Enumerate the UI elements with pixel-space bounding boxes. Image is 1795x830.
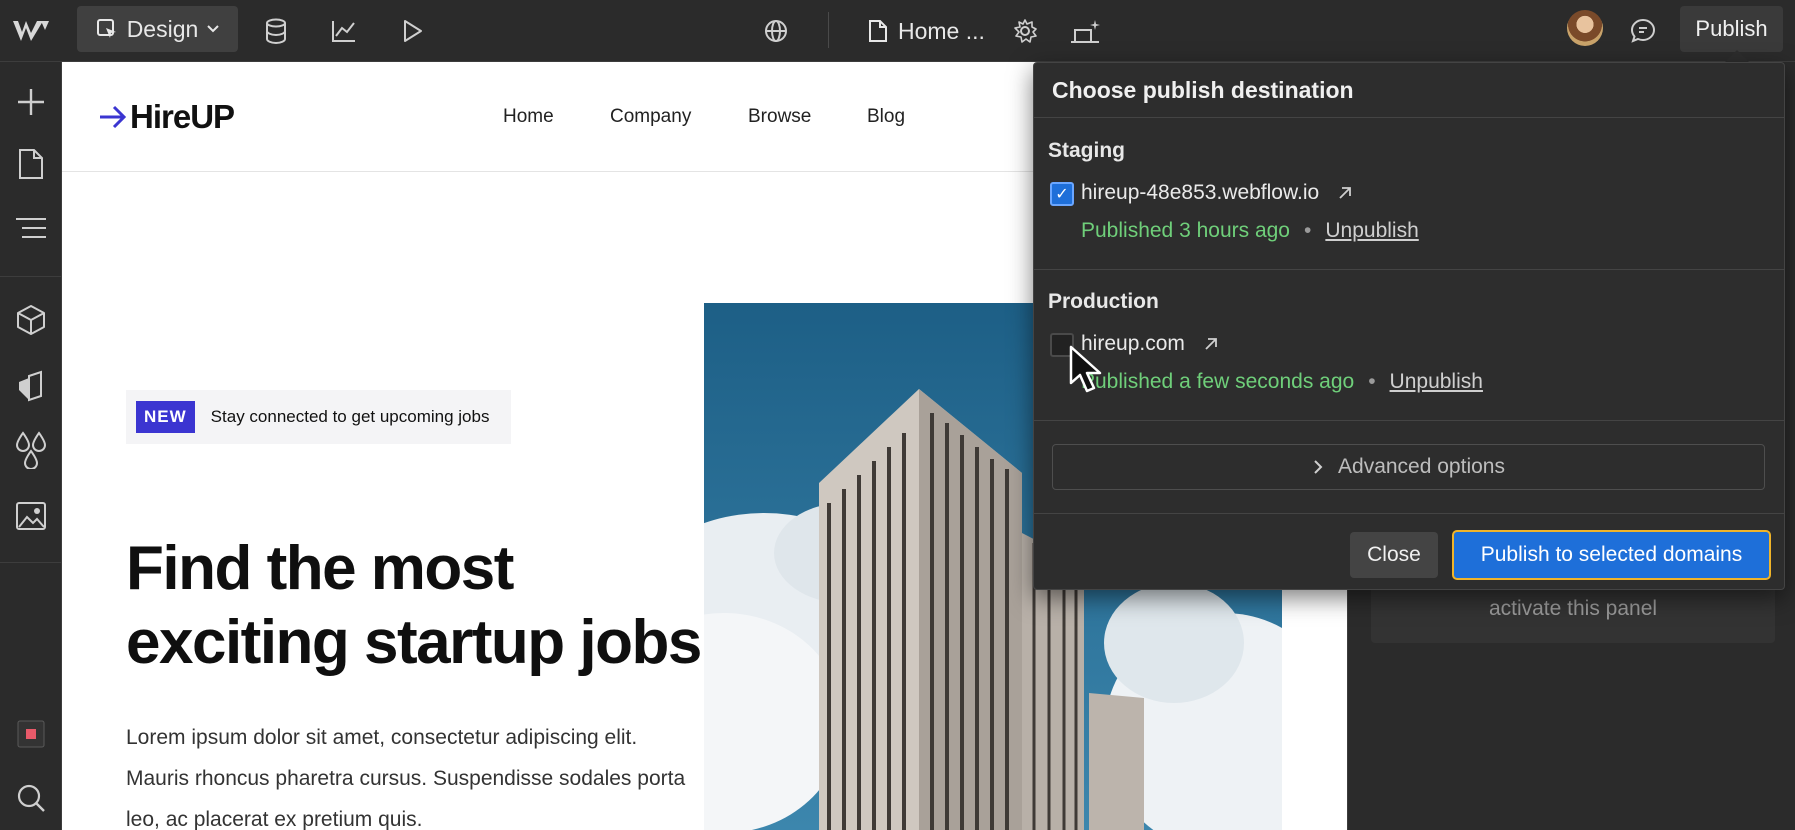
database-icon[interactable] [254, 9, 298, 53]
dialog-divider [1034, 420, 1784, 421]
page-icon [869, 20, 887, 42]
page-settings-gear-icon[interactable] [1003, 9, 1047, 53]
staging-domain-row: hireup-48e853.webflow.io [1081, 181, 1353, 205]
separator-dot: • [1368, 370, 1376, 393]
components-cube-icon[interactable] [9, 298, 53, 342]
stop-record-icon[interactable] [9, 712, 53, 756]
advanced-options-toggle[interactable]: Advanced options [1052, 444, 1765, 490]
staging-status-row: Published 3 hours ago • Unpublish [1081, 219, 1419, 243]
popup-caret [1725, 50, 1749, 62]
staging-status: Published 3 hours ago [1081, 219, 1290, 242]
mouse-cursor-icon [1069, 345, 1102, 393]
style-selectors-icon[interactable] [9, 364, 53, 408]
nav-link-home[interactable]: Home [503, 106, 554, 128]
publish-selected-button[interactable]: Publish to selected domains [1452, 530, 1771, 580]
advanced-options-label: Advanced options [1338, 455, 1505, 478]
dialog-divider [1034, 269, 1784, 270]
variables-drops-icon[interactable] [9, 428, 53, 472]
site-brand-logo[interactable]: HireUP [98, 98, 235, 136]
current-page-label: Home ... [898, 17, 985, 44]
staging-unpublish-link[interactable]: Unpublish [1325, 219, 1418, 243]
pages-icon[interactable] [9, 142, 53, 186]
publish-button[interactable]: Publish [1680, 6, 1783, 52]
hero-paragraph: Lorem ipsum dolor sit amet, consectetur … [126, 726, 686, 830]
play-preview-icon[interactable] [390, 9, 434, 53]
nav-link-browse[interactable]: Browse [748, 106, 811, 128]
cursor-select-icon [96, 19, 116, 38]
leftbar-divider [0, 276, 62, 277]
hero-heading-line-1: Find the most [126, 534, 514, 603]
staging-checkbox[interactable]: ✓ [1050, 182, 1074, 206]
publish-dialog: Choose publish destination Staging ✓ hir… [1033, 62, 1785, 590]
separator-dot: • [1304, 219, 1312, 242]
new-badge: NEW [136, 401, 195, 433]
webflow-logo-icon[interactable] [0, 0, 62, 62]
dialog-divider [1034, 513, 1784, 514]
hero-heading-line-2: exciting startup jobs [126, 608, 702, 677]
design-mode-button[interactable]: Design [77, 6, 238, 52]
analytics-chart-icon[interactable] [322, 9, 366, 53]
production-unpublish-link[interactable]: Unpublish [1390, 370, 1483, 394]
ai-assistant-icon[interactable] [1063, 9, 1107, 53]
comments-icon[interactable] [1621, 9, 1665, 53]
globe-icon[interactable] [754, 9, 798, 53]
add-elements-plus-icon[interactable] [9, 80, 53, 124]
announcement-banner[interactable]: NEW Stay connected to get upcoming jobs [126, 390, 511, 444]
production-section-title: Production [1048, 290, 1159, 313]
production-status-row: Published a few seconds ago • Unpublish [1081, 370, 1483, 394]
hero-heading: Find the most exciting startup jobs [126, 532, 726, 680]
staging-domain: hireup-48e853.webflow.io [1081, 181, 1320, 204]
chevron-right-icon [1314, 460, 1323, 474]
current-page-selector[interactable]: Home ... [868, 9, 985, 53]
top-toolbar: Design Home ... Publish [0, 0, 1795, 62]
close-button[interactable]: Close [1350, 532, 1438, 578]
brand-name: HireUP [130, 98, 235, 135]
nav-link-blog[interactable]: Blog [867, 106, 905, 128]
nav-link-company[interactable]: Company [610, 106, 691, 128]
external-link-icon[interactable] [1337, 185, 1353, 201]
arrow-right-icon [100, 105, 127, 129]
design-mode-label: Design [126, 15, 199, 42]
chevron-down-icon [207, 25, 220, 33]
left-toolbar [0, 62, 62, 830]
toolbar-divider [828, 12, 829, 48]
assets-image-icon[interactable] [9, 494, 53, 538]
dialog-divider [1034, 117, 1784, 118]
user-avatar[interactable] [1567, 10, 1603, 46]
announcement-text: Stay connected to get upcoming jobs [210, 407, 490, 426]
search-icon[interactable] [9, 776, 53, 820]
production-status: Published a few seconds ago [1081, 370, 1355, 393]
navigator-icon[interactable] [9, 206, 53, 250]
leftbar-divider [0, 562, 62, 563]
external-link-icon[interactable] [1203, 336, 1219, 352]
publish-dialog-title: Choose publish destination [1052, 77, 1354, 103]
staging-section-title: Staging [1048, 139, 1125, 162]
